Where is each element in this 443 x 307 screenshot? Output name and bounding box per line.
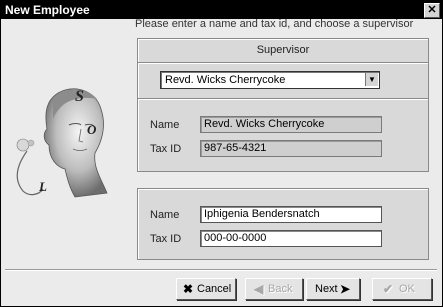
back-button-label: Back [268,283,293,295]
cancel-button-label: Cancel [197,283,232,295]
supervisor-dropdown[interactable]: Revd. Wicks Cherrycoke ▼ [160,71,380,89]
close-button[interactable]: ✕ [424,3,440,18]
supervisor-taxid-value: 987-65-4321 [204,142,267,154]
next-button[interactable]: Next ➤ [306,278,360,300]
supervisor-group-title: Supervisor [256,44,310,56]
group-divider [138,98,428,100]
ok-button-label: OK [399,283,415,295]
new-employee-window: New Employee ✕ S O L Please enter a name… [0,0,443,307]
next-arrow-icon: ➤ [340,282,351,296]
next-button-label: Next [315,283,338,295]
art-letter-o: O [87,122,97,137]
supervisor-taxid-field: 987-65-4321 [200,140,382,157]
instructions-text: Please enter a name and tax id, and choo… [135,18,414,30]
window-title: New Employee [5,3,90,17]
employee-name-input[interactable]: Iphigenia Bendersnatch [200,206,382,223]
supervisor-group: Supervisor Revd. Wicks Cherrycoke ▼ Name… [137,38,429,172]
supervisor-name-label: Name [150,119,180,131]
art-letter-s: S [75,88,84,105]
ok-check-icon: ✔ [383,282,394,296]
employee-taxid-label: Tax ID [150,233,182,245]
art-letter-l: L [38,179,47,194]
close-icon: ✕ [427,4,437,16]
ok-button[interactable]: ✔ OK [372,278,432,300]
cancel-button[interactable]: ✖ Cancel [176,278,236,300]
cancel-x-icon: ✖ [183,282,194,296]
chevron-down-icon[interactable]: ▼ [365,73,378,86]
employee-group: Name Iphigenia Bendersnatch Tax ID 000-0… [137,188,429,260]
title-bar: New Employee ✕ [1,1,442,19]
employee-name-label: Name [150,209,180,221]
supervisor-dropdown-value: Revd. Wicks Cherrycoke [165,74,286,86]
back-button[interactable]: ◀ Back [245,278,303,300]
employee-taxid-value: 000-00-0000 [204,232,267,244]
supervisor-taxid-label: Tax ID [150,143,182,155]
button-bar-divider [5,269,437,271]
back-arrow-icon: ◀ [254,282,264,296]
statue-artwork: S O L [16,88,108,198]
employee-name-value: Iphigenia Bendersnatch [204,208,320,220]
group-title-divider [138,62,428,64]
supervisor-name-value: Revd. Wicks Cherrycoke [204,118,325,130]
employee-taxid-input[interactable]: 000-00-0000 [200,230,382,247]
supervisor-name-field: Revd. Wicks Cherrycoke [200,116,382,133]
